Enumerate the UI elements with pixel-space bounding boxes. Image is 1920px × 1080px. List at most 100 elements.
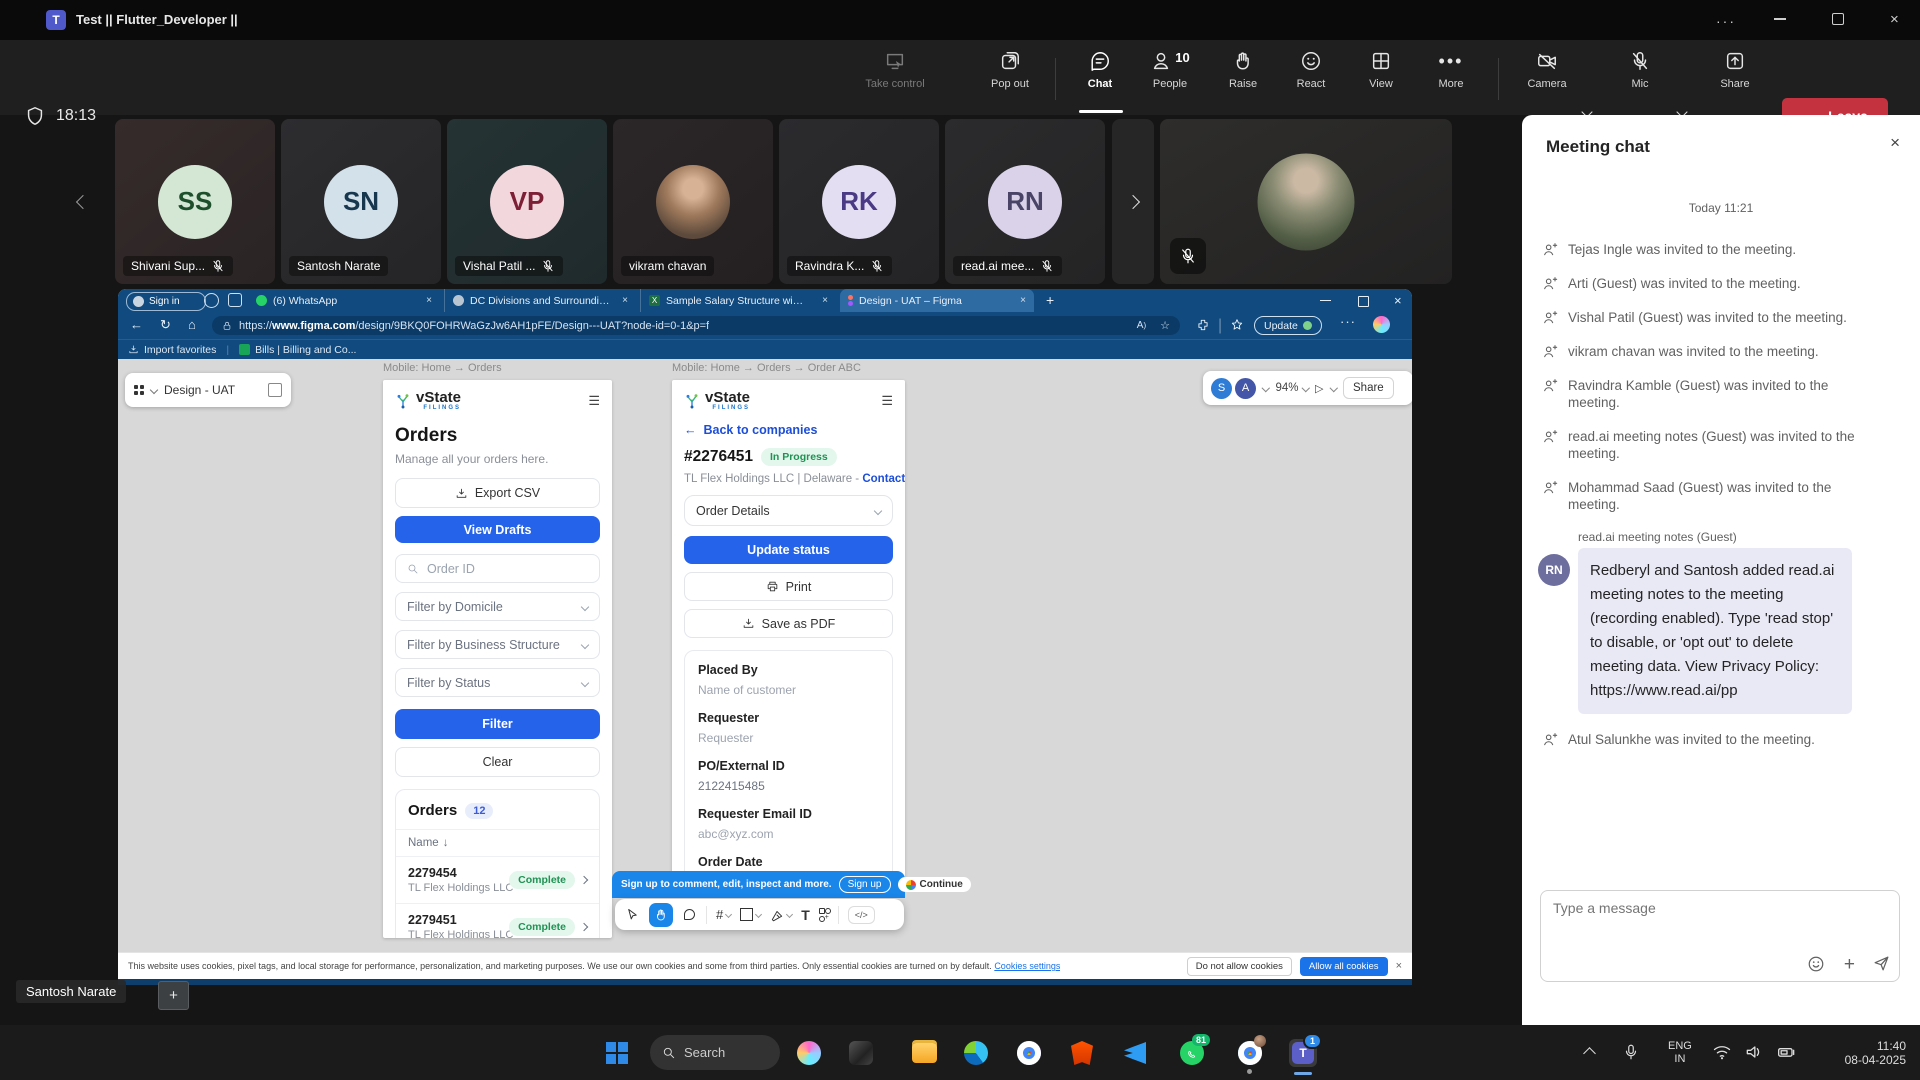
maximize-icon[interactable] [1832,13,1844,25]
view-button[interactable]: View [1346,50,1416,90]
vscode-icon[interactable] [1121,1039,1149,1067]
participant-tile[interactable]: SN Santosh Narate [281,119,441,284]
chrome-icon[interactable] [1015,1039,1043,1067]
react-button[interactable]: React [1276,50,1346,90]
figma-share-button[interactable]: Share [1343,377,1394,399]
save-pdf-button[interactable]: Save as PDF [684,609,893,638]
send-icon[interactable] [1872,954,1891,973]
new-tab-icon[interactable]: + [1046,292,1054,308]
contact-person-link[interactable]: Contact-Person [862,473,905,485]
filter-domicile-select[interactable]: Filter by Domicile [395,592,600,621]
browser-update-button[interactable]: Update [1254,316,1322,335]
extensions-icon[interactable] [1196,318,1210,332]
update-status-button[interactable]: Update status [684,536,893,564]
tray-mic-icon[interactable] [1622,1042,1640,1062]
browser-tab[interactable]: DC Divisions and Surroundings× [444,289,636,312]
hamburger-menu-icon[interactable]: ☰ [588,399,600,403]
emoji-icon[interactable] [1807,955,1825,973]
back-to-companies-link[interactable]: ←Back to companies [684,423,893,437]
column-header-name[interactable]: Name↓ [396,830,599,856]
tab-close-icon[interactable]: × [426,295,432,306]
cookie-settings-link[interactable]: Cookies settings [994,961,1060,971]
window-more-icon[interactable]: ··· [1716,13,1736,29]
browser-close-icon[interactable]: × [1394,293,1402,308]
tiles-scroll-right-button[interactable] [1112,119,1154,284]
browser-maximize-icon[interactable] [1358,296,1369,307]
present-icon[interactable]: ▷ [1315,382,1323,395]
edge-icon[interactable] [962,1039,990,1067]
participant-tile[interactable]: RK Ravindra K... [779,119,939,284]
participant-tile[interactable]: vikram chavan [613,119,773,284]
frame-breadcrumb[interactable]: Mobile: Home → Orders [383,362,502,374]
share-add-button[interactable]: + [158,981,189,1010]
brave-icon[interactable] [1068,1039,1096,1067]
banner-signup-button[interactable]: Sign up [839,876,891,893]
order-id-search-input[interactable]: Order ID [395,554,600,583]
start-button[interactable] [603,1039,631,1067]
minimize-icon[interactable] [1774,18,1786,20]
allow-cookies-button[interactable]: Allow all cookies [1300,957,1388,976]
tiles-scroll-left-icon[interactable] [76,195,90,209]
shape-tool[interactable] [740,908,761,921]
wifi-icon[interactable] [1712,1042,1732,1062]
bookmark-bills[interactable]: Bills | Billing and Co... [239,344,356,356]
raise-button[interactable]: Raise [1208,50,1278,90]
tab-close-icon[interactable]: × [1020,295,1026,306]
volume-icon[interactable] [1744,1042,1764,1062]
dev-mode-toggle-icon[interactable]: </> [848,906,875,924]
filter-structure-select[interactable]: Filter by Business Structure [395,630,600,659]
resources-tool-icon[interactable]: + [819,908,829,922]
tab-actions-icon[interactable] [228,293,242,307]
text-tool-icon[interactable]: T [801,907,810,923]
order-row[interactable]: 2279454 TL Flex Holdings LLC Complete [396,857,599,903]
file-explorer-icon[interactable] [910,1039,938,1067]
participant-tile[interactable]: SS Shivani Sup... [115,119,275,284]
chat-message-input[interactable] [1551,899,1885,917]
order-details-select[interactable]: Order Details [684,495,893,526]
participant-tile[interactable]: VP Vishal Patil ... [447,119,607,284]
more-button[interactable]: ••• More [1416,50,1486,90]
browser-signin-button[interactable]: Sign in [126,292,206,311]
comment-tool-icon[interactable] [682,907,697,922]
print-button[interactable]: Print [684,572,893,601]
cookie-close-icon[interactable]: × [1396,960,1402,972]
chat-close-icon[interactable]: × [1890,133,1900,153]
collaborator-avatar[interactable]: A [1235,378,1256,399]
clear-button[interactable]: Clear [395,747,600,777]
refresh-icon[interactable]: ↻ [160,317,171,333]
taskbar-search-box[interactable]: Search [650,1035,780,1070]
tab-close-icon[interactable]: × [822,295,828,306]
mic-button[interactable]: Mic [1605,50,1675,90]
share-button[interactable]: Share [1700,50,1770,90]
language-indicator[interactable]: ENGIN [1668,1040,1692,1066]
collaborator-avatar[interactable]: S [1211,378,1232,399]
app-icon[interactable] [847,1039,875,1067]
filter-button[interactable]: Filter [395,709,600,739]
banner-continue-google-button[interactable]: Continue [898,877,971,892]
frame-breadcrumb[interactable]: Mobile: Home → Orders → Order ABC [672,362,861,374]
figma-canvas[interactable]: Design - UAT S A 94% ▷ Share Mobile: Hom… [118,359,1412,985]
taskbar-clock[interactable]: 11:4008-04-2025 [1845,1039,1906,1067]
chevron-down-icon[interactable] [1329,384,1337,392]
filter-status-select[interactable]: Filter by Status [395,668,600,697]
cursor-tool-icon[interactable] [625,907,640,922]
chat-button[interactable]: Chat [1065,50,1135,90]
zoom-level-control[interactable]: 94% [1276,382,1309,394]
hamburger-menu-icon[interactable]: ☰ [881,399,893,403]
chrome-profile-icon[interactable] [1236,1039,1264,1067]
teams-icon-active[interactable]: T 1 [1289,1039,1317,1067]
browser-tab-active[interactable]: Design - UAT – Figma× [840,289,1034,312]
hand-tool-icon-active[interactable] [649,903,673,927]
bookmark-import[interactable]: Import favorites [128,344,216,356]
attach-plus-icon[interactable]: + [1844,954,1855,976]
tab-close-icon[interactable]: × [622,295,628,306]
order-row[interactable]: 2279451 TL Flex Holdings LLC Complete [396,904,599,938]
browser-minimize-icon[interactable] [1320,300,1331,301]
browser-menu-icon[interactable]: ··· [1340,314,1356,329]
tray-expand-icon[interactable] [1583,1047,1596,1060]
whatsapp-icon[interactable]: 81 [1178,1039,1206,1067]
figma-doc-chip[interactable]: Design - UAT [125,373,291,407]
browser-tab[interactable]: (6) WhatsApp× [248,289,440,312]
workspaces-icon[interactable] [204,293,219,308]
pen-tool[interactable] [770,908,792,922]
